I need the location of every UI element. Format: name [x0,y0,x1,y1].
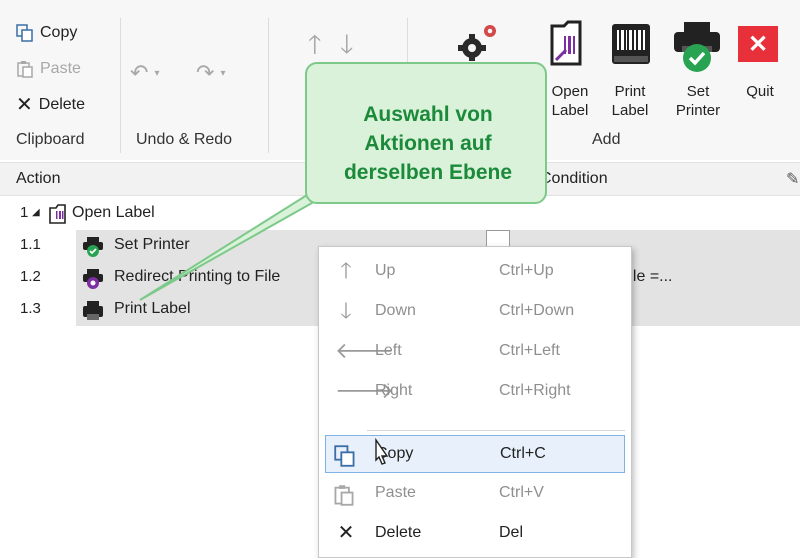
set-printer-label: Set Printer [672,82,724,120]
undo-button[interactable]: ↶ ▾ [130,60,159,86]
menu-item-shortcut: Ctrl+Down [499,302,575,319]
set-printer-line2: Printer [675,102,721,119]
callout-line: derselben Ebene [343,161,513,184]
group-divider [268,18,269,153]
arrow-left-icon: 🡐 [335,338,394,363]
quit-label: Quit [746,83,774,100]
open-label-line1: Open [551,83,589,100]
delete-button[interactable]: ✕ Delete [16,94,86,116]
redo-dropdown-icon: ▾ [220,67,226,79]
collapse-arrow-icon[interactable]: ◢ [32,207,40,218]
redo-icon: ↷ [196,60,215,85]
copy-button[interactable]: Copy [16,24,77,42]
group-divider [120,18,121,153]
callout-pointer [139,190,338,301]
set-printer-button[interactable] [672,20,722,78]
delete-icon: ✕ [16,94,33,116]
menu-item-label: Left [375,342,402,359]
open-label-icon [49,204,66,224]
copy-label: Copy [40,24,78,41]
callout-line: Auswahl von [363,103,493,126]
open-label-line2: Label [551,102,589,119]
set-printer-line1: Set [686,83,710,100]
print-label-line2: Label [611,102,649,119]
open-label-icon [550,20,582,66]
gear-settings-icon[interactable] [452,22,498,66]
open-label-label: Open Label [548,82,592,120]
arrow-right-icon: 🡒 [335,378,394,403]
print-label-button[interactable] [608,20,654,76]
menu-item-label: Up [375,262,396,279]
close-icon: ✕ [747,31,769,58]
delete-label: Delete [38,96,86,113]
callout-box: Auswahl von Aktionen auf derselben Ebene [305,62,547,204]
menu-item-label: Delete [375,524,422,541]
row-number: 1.2 [20,268,41,285]
print-label-label: Print Label [608,82,652,120]
mouse-cursor-icon [375,438,389,465]
row-number: 1 [20,204,29,221]
condition-column-header[interactable]: Condition [540,170,608,188]
callout-text: Auswahl von Aktionen auf derselben Ebene [307,100,549,187]
menu-item-shortcut: Ctrl+Right [499,382,571,399]
paste-label: Paste [40,60,81,77]
add-group-label: Add [592,131,621,148]
menu-item-shortcut: Ctrl+C [500,445,546,462]
menu-item-shortcut: Ctrl+Up [499,262,554,279]
context-menu: 🡑 Up Ctrl+Up 🡓 Down Ctrl+Down 🡐 Left Ctr… [318,246,632,558]
menu-item-shortcut: Del [499,524,524,541]
undo-redo-group-label: Undo & Redo [136,131,233,148]
menu-item-shortcut: Ctrl+Left [499,342,560,359]
row-number: 1.1 [20,236,41,253]
open-label-button[interactable] [550,20,594,72]
paste-button[interactable]: Paste [16,60,81,78]
delete-icon: ✕ [337,522,355,544]
undo-icon: ↶ [130,60,149,85]
undo-dropdown-icon: ▾ [154,67,160,79]
paste-icon [334,485,354,506]
paste-icon [17,61,33,78]
menu-item-paste[interactable]: Paste Ctrl+V [325,475,625,513]
clipboard-group-label: Clipboard [16,131,85,148]
action-column-header[interactable]: Action [16,170,60,188]
redo-button[interactable]: ↷ ▾ [196,60,225,86]
menu-item-label: Down [375,302,416,319]
row-number: 1.3 [20,300,41,317]
set-printer-icon [674,22,720,72]
quit-button[interactable]: ✕ [738,26,778,62]
menu-item-delete[interactable]: ✕ Delete Del [325,515,625,553]
menu-item-up[interactable]: 🡑 Up Ctrl+Up [325,253,625,291]
menu-item-shortcut: Ctrl+V [499,484,544,501]
edit-pencil-icon[interactable]: ✎ [786,169,799,189]
print-label-line1: Print [614,83,646,100]
menu-separator [367,430,625,431]
menu-item-label: Right [375,382,413,399]
menu-item-right[interactable]: 🡒 Right Ctrl+Right [325,373,625,411]
copy-icon [16,24,33,42]
menu-item-left[interactable]: 🡐 Left Ctrl+Left [325,333,625,371]
menu-item-label: Paste [375,484,416,501]
menu-item-down[interactable]: 🡓 Down Ctrl+Down [325,293,625,331]
print-label-icon [612,24,650,64]
copy-icon [334,445,355,467]
callout-line: Aktionen auf [364,132,492,155]
